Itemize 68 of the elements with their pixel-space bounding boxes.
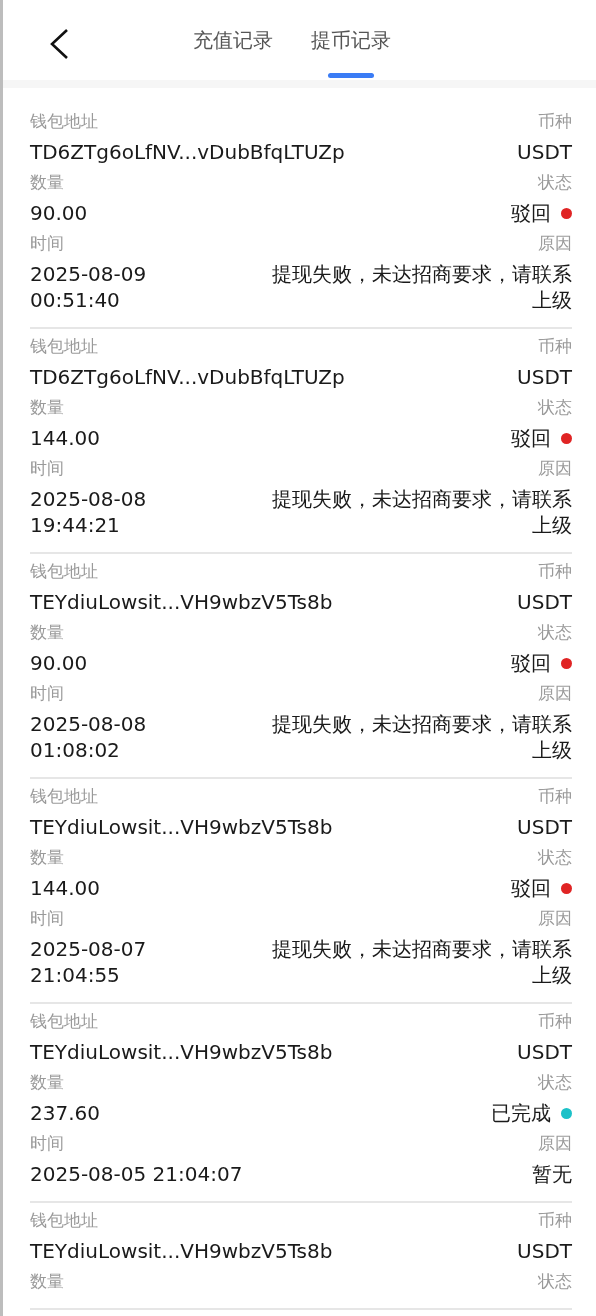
currency: USDT — [517, 814, 572, 840]
field-label: 时间 — [30, 232, 64, 255]
status: 驳回 — [511, 425, 551, 451]
amount: 90.00 — [30, 200, 88, 226]
field-label: 状态 — [538, 846, 572, 869]
field-label: 状态 — [538, 621, 572, 644]
wallet-address: TD6ZTg6oLfNV...vDubBfqLTUZp — [30, 364, 345, 390]
field-label: 币种 — [538, 1209, 572, 1232]
status: 驳回 — [511, 875, 551, 901]
field-label: 时间 — [30, 907, 64, 930]
amount: 90.00 — [30, 650, 88, 676]
status: 已完成 — [491, 1100, 551, 1126]
tab[interactable]: 提币记录 — [311, 0, 391, 80]
reason: 提现失败，未达招商要求，请联系上级 — [271, 486, 572, 538]
time: 2025-08-07 21:04:55 — [30, 936, 148, 988]
field-label: 数量 — [30, 1071, 64, 1094]
field-label: 数量 — [30, 396, 64, 419]
field-label: 原因 — [538, 457, 572, 480]
field-label: 钱包地址 — [30, 110, 98, 133]
field-label: 币种 — [538, 110, 572, 133]
field-label: 时间 — [30, 1132, 64, 1155]
field-label: 状态 — [538, 1270, 572, 1293]
field-label: 原因 — [538, 907, 572, 930]
wallet-address: TEYdiuLowsit...VH9wbzV5Ts8b — [30, 589, 333, 615]
field-label: 状态 — [538, 396, 572, 419]
amount: 237.60 — [30, 1100, 100, 1126]
reason: 暂无 — [532, 1161, 572, 1187]
field-label: 时间 — [30, 682, 64, 705]
time: 2025-08-05 21:04:07 — [30, 1161, 244, 1187]
field-label: 钱包地址 — [30, 1010, 98, 1033]
field-label: 钱包地址 — [30, 560, 98, 583]
reason: 提现失败，未达招商要求，请联系上级 — [271, 711, 572, 763]
wallet-address: TEYdiuLowsit...VH9wbzV5Ts8b — [30, 1238, 333, 1264]
reason: 提现失败，未达招商要求，请联系上级 — [271, 261, 572, 313]
currency: USDT — [517, 1238, 572, 1264]
wallet-address: TEYdiuLowsit...VH9wbzV5Ts8b — [30, 1039, 333, 1065]
status: 驳回 — [511, 650, 551, 676]
reason: 提现失败，未达招商要求，请联系上级 — [271, 936, 572, 988]
time: 2025-08-09 00:51:40 — [30, 261, 148, 313]
field-label: 时间 — [30, 457, 64, 480]
field-label: 数量 — [30, 621, 64, 644]
currency: USDT — [517, 139, 572, 165]
field-label: 状态 — [538, 171, 572, 194]
field-label: 钱包地址 — [30, 1209, 98, 1232]
currency: USDT — [517, 1039, 572, 1065]
field-label: 原因 — [538, 682, 572, 705]
wallet-address: TD6ZTg6oLfNV...vDubBfqLTUZp — [30, 139, 345, 165]
time: 2025-08-08 01:08:02 — [30, 711, 148, 763]
amount: 144.00 — [30, 425, 100, 451]
status: 驳回 — [511, 200, 551, 226]
field-label: 状态 — [538, 1071, 572, 1094]
field-label: 原因 — [538, 232, 572, 255]
field-label: 币种 — [538, 1010, 572, 1033]
currency: USDT — [517, 364, 572, 390]
field-label: 数量 — [30, 1270, 64, 1293]
field-label: 数量 — [30, 171, 64, 194]
field-label: 原因 — [538, 1132, 572, 1155]
field-label: 币种 — [538, 785, 572, 808]
field-label: 钱包地址 — [30, 785, 98, 808]
tab[interactable]: 充值记录 — [193, 0, 273, 80]
field-label: 数量 — [30, 846, 64, 869]
wallet-address: TEYdiuLowsit...VH9wbzV5Ts8b — [30, 814, 333, 840]
field-label: 钱包地址 — [30, 335, 98, 358]
field-label: 币种 — [538, 560, 572, 583]
field-label: 币种 — [538, 335, 572, 358]
time: 2025-08-08 19:44:21 — [30, 486, 148, 538]
amount: 144.00 — [30, 875, 100, 901]
currency: USDT — [517, 589, 572, 615]
